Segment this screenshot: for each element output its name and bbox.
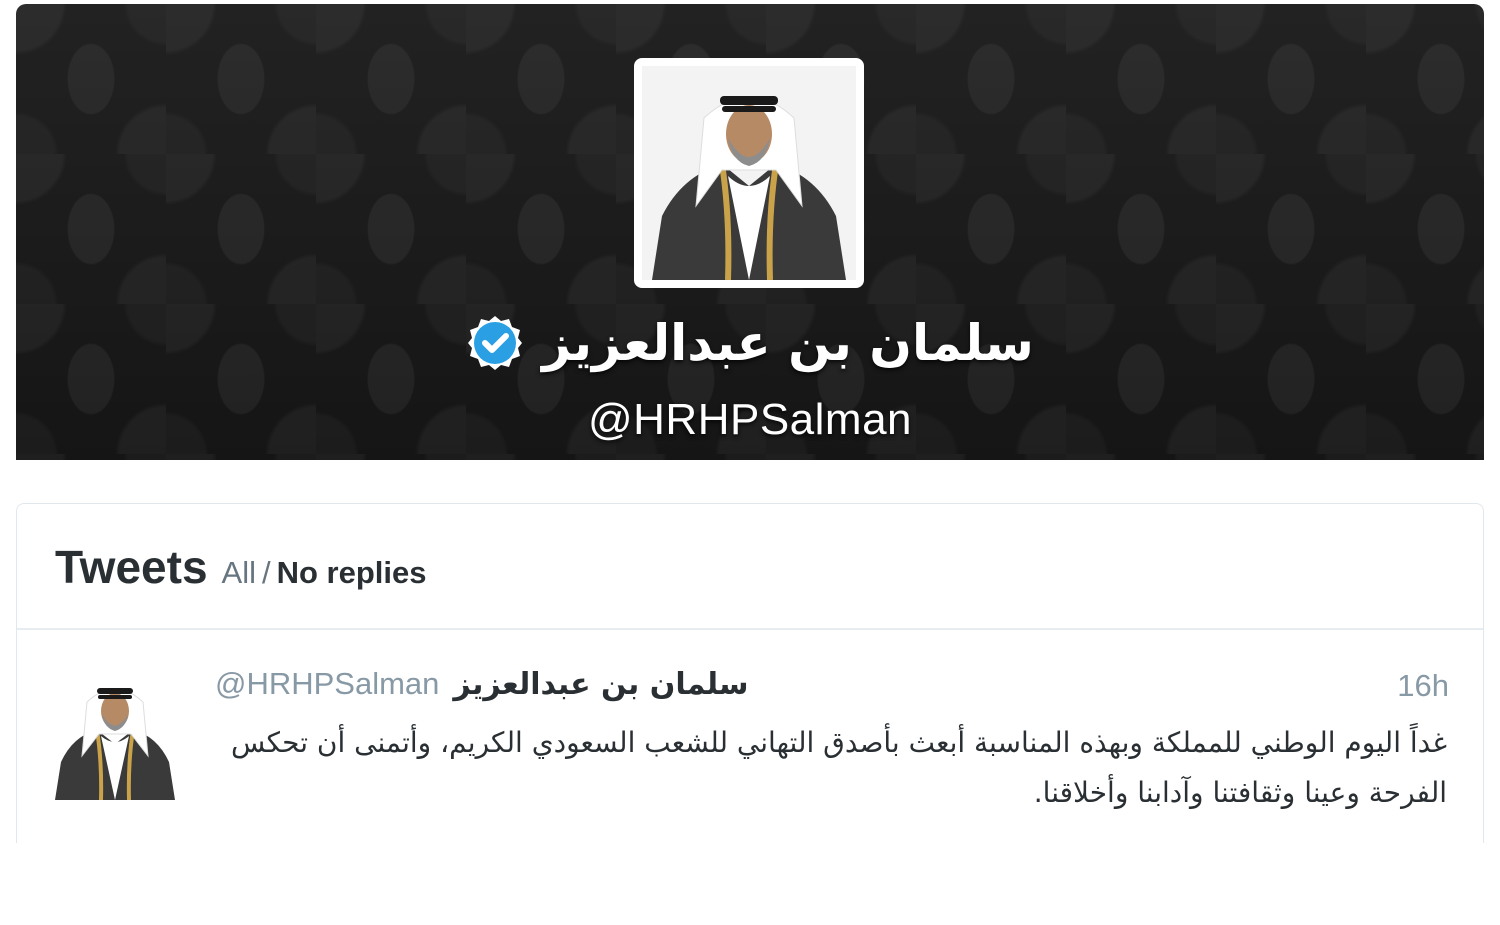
verified-badge-icon [466,314,524,372]
tweets-filter: All / No replies [222,555,427,591]
filter-no-replies-link[interactable]: No replies [277,555,427,590]
tweets-title: Tweets [55,541,208,593]
tweet-item[interactable]: @HRHPSalman سلمان بن عبدالعزيز 16h غداً … [17,630,1483,843]
person-portrait-icon [642,66,856,280]
profile-display-name: سلمان بن عبدالعزيز [542,314,1034,372]
tweet-display-name[interactable]: سلمان بن عبدالعزيز [453,667,748,702]
filter-all-link[interactable]: All [222,555,256,590]
profile-avatar-photo [642,66,856,280]
profile-name-row: سلمان بن عبدالعزيز [16,308,1484,378]
tweets-heading: Tweets All / No replies [17,504,1483,630]
tweet-timestamp[interactable]: 16h [1397,668,1449,704]
profile-screen-name: @HRHPSalman [587,395,913,444]
tweet-header: @HRHPSalman سلمان بن عبدالعزيز [215,666,748,702]
profile-header: سلمان بن عبدالعزيز @HRHPSalman [16,4,1484,460]
person-portrait-icon [51,670,179,800]
tweet-author-avatar[interactable] [51,670,179,800]
tweet-text: غداً اليوم الوطني للمملكة وبهذه المناسبة… [230,726,1447,809]
filter-separator: / [262,555,271,590]
tweets-panel: Tweets All / No replies @HRHPSalman سلمان … [16,503,1484,843]
profile-avatar[interactable] [634,58,864,288]
tweet-screen-name[interactable]: @HRHPSalman [215,666,439,702]
